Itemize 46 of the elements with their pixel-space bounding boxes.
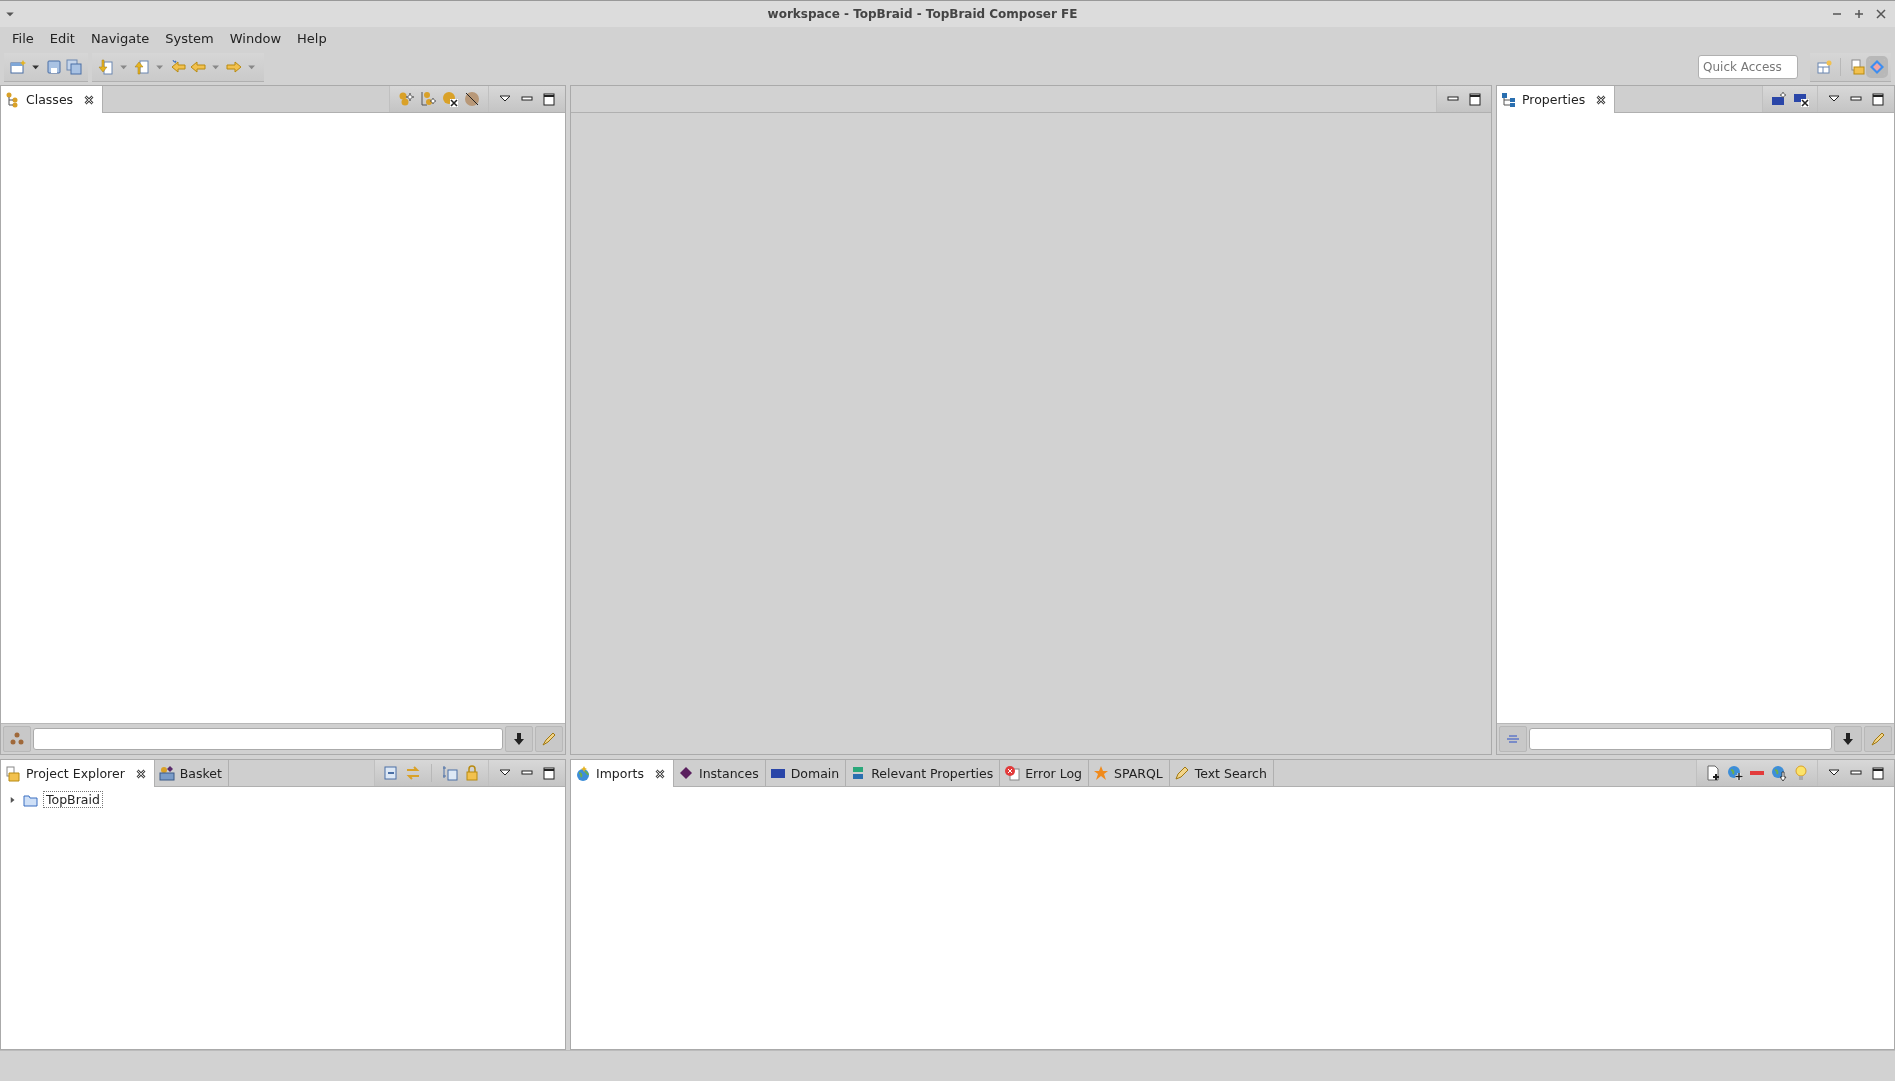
property-tree-icon	[1501, 91, 1517, 108]
add-class-icon[interactable]	[398, 91, 414, 107]
collapse-all-icon[interactable]	[383, 765, 399, 781]
quick-access-field[interactable]: Quick Access	[1698, 55, 1798, 79]
folder-icon	[5, 765, 21, 782]
maximize-icon[interactable]	[1467, 91, 1483, 107]
maximize-icon[interactable]	[1870, 765, 1886, 781]
view-tab[interactable]: Classes	[1, 86, 104, 113]
error-log-icon	[1004, 765, 1021, 781]
menu-item[interactable]: Help	[289, 30, 335, 46]
tree-item[interactable]: TopBraid	[43, 791, 103, 808]
maximize-icon[interactable]	[541, 91, 557, 107]
delete-property-icon[interactable]	[1793, 91, 1809, 107]
view-tab[interactable]: Project Explorer	[1, 760, 155, 787]
star-icon	[1093, 765, 1109, 781]
maximize-icon[interactable]	[541, 765, 557, 781]
menu-item[interactable]: Navigate	[82, 30, 158, 46]
menu-item[interactable]: Edit	[41, 30, 83, 46]
search-field[interactable]	[33, 728, 503, 750]
delete-class-icon[interactable]	[442, 91, 458, 107]
maximize-icon[interactable]	[1870, 91, 1886, 107]
window-title: workspace - TopBraid - TopBraid Composer FE	[766, 7, 1079, 21]
add-property-icon[interactable]	[1771, 91, 1787, 107]
menu-item[interactable]: System	[157, 30, 222, 46]
download-globe-icon[interactable]	[1771, 765, 1787, 781]
folder-document-icon[interactable]	[1849, 58, 1865, 75]
export-icon[interactable]	[134, 58, 150, 75]
pen-icon	[1173, 765, 1190, 781]
view-tab[interactable]: Properties	[1497, 86, 1616, 113]
save-all-icon[interactable]	[66, 58, 82, 75]
perspective-icon[interactable]	[1816, 58, 1832, 75]
add-globe-icon[interactable]	[1727, 765, 1743, 781]
import-icon[interactable]	[98, 58, 114, 75]
globe-icon	[575, 765, 591, 782]
menu-item[interactable]: File	[4, 30, 42, 46]
basket-icon	[158, 765, 175, 781]
crossed-circle-icon[interactable]	[464, 91, 480, 107]
search-field[interactable]	[1529, 728, 1832, 750]
filter-document-icon[interactable]	[442, 765, 458, 781]
diamond-icon	[678, 765, 694, 781]
new-document-icon[interactable]	[1705, 765, 1721, 781]
close-icon[interactable]	[1873, 9, 1889, 19]
add-subclass-icon[interactable]	[420, 91, 436, 107]
view-tab[interactable]: Imports	[571, 760, 674, 787]
menu-item[interactable]: Window	[221, 30, 289, 46]
diamond-dots-icon[interactable]	[3, 726, 31, 752]
